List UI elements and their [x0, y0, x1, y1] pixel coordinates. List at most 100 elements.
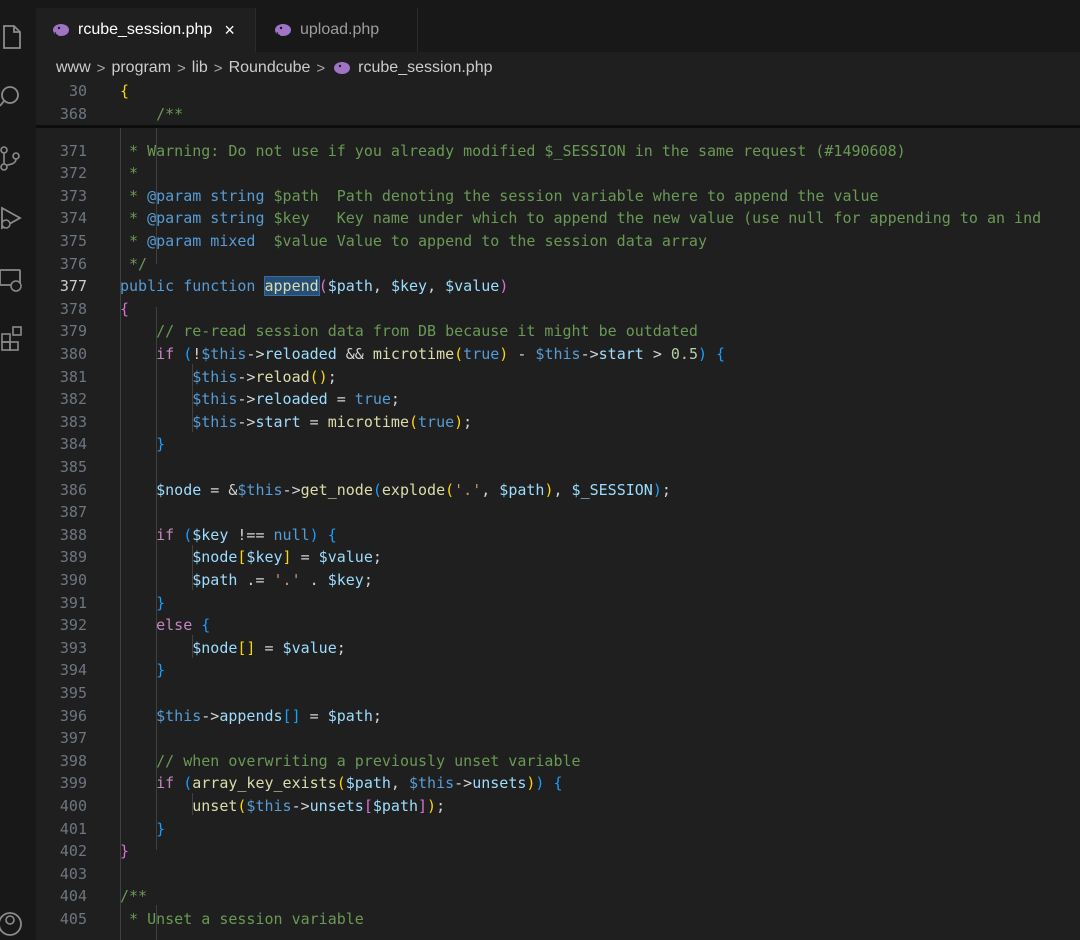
code-line[interactable]: 371 * Warning: Do not use if you already … — [36, 140, 1080, 163]
run-debug-icon[interactable] — [0, 204, 24, 232]
line-number: 373 — [59, 186, 87, 205]
breadcrumb-www[interactable]: www — [56, 59, 91, 77]
search-icon[interactable] — [0, 82, 24, 110]
code-text: if ($key !== null) { — [156, 525, 337, 544]
code-line[interactable]: 401} — [36, 818, 1080, 841]
code-text: } — [156, 435, 166, 454]
line-number: 376 — [59, 254, 87, 273]
code-line[interactable]: 396 $this->appends[] = $path; — [36, 705, 1080, 728]
code-text: $this->reloaded = true; — [192, 390, 400, 409]
code-line[interactable]: 391} — [36, 592, 1080, 615]
line-number: 379 — [59, 322, 87, 341]
code-text: * @param string $key Key name under whic… — [129, 209, 1042, 228]
code-text: } — [156, 661, 166, 680]
line-number: 394 — [59, 661, 87, 680]
indent-guide — [156, 128, 157, 264]
code-line[interactable]: 399 if (array_key_exists($path, $this->un… — [36, 772, 1080, 795]
line-number: 392 — [59, 616, 87, 635]
breadcrumb-lib[interactable]: lib — [192, 59, 208, 77]
code-line[interactable]: 378 { — [36, 298, 1080, 321]
code-line[interactable]: 376 */ — [36, 253, 1080, 276]
code-text: if (!$this->reloaded && microtime(true) … — [156, 344, 726, 363]
php-elephant-icon — [52, 23, 70, 37]
code-text: /** — [156, 104, 184, 123]
code-text: $path .= '.' . $key; — [192, 570, 373, 589]
line-number: 391 — [59, 593, 87, 612]
source-control-icon[interactable] — [0, 144, 24, 172]
line-number: 389 — [59, 548, 87, 567]
tab-label: rcube_session.php — [78, 21, 213, 38]
code-line[interactable]: 377 public function append($path, $key, $… — [36, 275, 1080, 298]
code-line[interactable]: 398 // when overwriting a previously unse… — [36, 750, 1080, 773]
line-number: 396 — [59, 706, 87, 725]
indent-guide — [156, 905, 157, 940]
line-number: 390 — [59, 570, 87, 589]
tab-bar-top — [36, 0, 1080, 8]
breadcrumb-roundcube[interactable]: Roundcube — [229, 59, 311, 77]
line-number: 386 — [59, 480, 87, 499]
line-number: 368 — [59, 104, 87, 123]
code-line[interactable]: 392 else { — [36, 614, 1080, 637]
code-line[interactable]: 372 * — [36, 162, 1080, 185]
line-number: 393 — [59, 638, 87, 657]
tab-label: upload.php — [300, 21, 380, 38]
code-text: { — [120, 82, 130, 100]
line-number: 385 — [59, 457, 87, 476]
breadcrumb-separator: > — [213, 59, 223, 77]
line-number: 374 — [59, 209, 87, 228]
code-line[interactable]: 386 $node = &$this->get_node(explode('.',… — [36, 479, 1080, 502]
line-number: 30 — [68, 82, 87, 100]
activity-bar — [0, 0, 36, 940]
line-number: 398 — [59, 751, 87, 770]
sticky-scroll-shadow — [36, 125, 1080, 128]
breadcrumb-program[interactable]: program — [111, 59, 171, 77]
explorer-icon[interactable] — [0, 22, 24, 50]
line-number: 371 — [59, 141, 87, 160]
code-line[interactable]: 395 — [36, 682, 1080, 705]
code-text: $node[$key] = $value; — [192, 548, 382, 567]
code-line[interactable]: 403 — [36, 863, 1080, 886]
indent-guide — [120, 128, 121, 940]
code-line[interactable]: 375 * @param mixed $value Value to append… — [36, 230, 1080, 253]
code-line[interactable]: 373 * @param string $path Path denoting t… — [36, 185, 1080, 208]
line-number: 381 — [59, 367, 87, 386]
code-text: * — [129, 164, 139, 183]
code-line[interactable]: 397 — [36, 727, 1080, 750]
code-line[interactable]: 387 — [36, 501, 1080, 524]
code-line[interactable]: 379 // re-read session data from DB becau… — [36, 320, 1080, 343]
php-elephant-icon — [274, 23, 292, 37]
code-line[interactable]: 388 if ($key !== null) { — [36, 524, 1080, 547]
php-elephant-icon — [333, 61, 351, 75]
line-number: 383 — [59, 412, 87, 431]
breadcrumb-file[interactable]: rcube_session.php — [358, 59, 492, 77]
code-line[interactable]: 394} — [36, 659, 1080, 682]
account-icon[interactable] — [0, 908, 24, 936]
tab-rcube-session[interactable]: rcube_session.php × — [36, 8, 256, 52]
tab-upload[interactable]: upload.php — [256, 8, 418, 52]
code-text: if (array_key_exists($path, $this->unset… — [156, 774, 563, 793]
line-number: 387 — [59, 503, 87, 522]
remote-explorer-icon[interactable] — [0, 266, 24, 294]
code-line[interactable]: 380 if (!$this->reloaded && microtime(tru… — [36, 343, 1080, 366]
line-number: 395 — [59, 683, 87, 702]
code-line[interactable]: 374 * @param string $key Key name under w… — [36, 207, 1080, 230]
sticky-line[interactable]: 368 /** — [36, 103, 1080, 126]
line-number: 404 — [59, 887, 87, 906]
code-text: * Warning: Do not use if you already mod… — [129, 141, 906, 160]
code-line[interactable]: 405 * Unset a session variable — [36, 908, 1080, 931]
sticky-line[interactable]: 30 { — [36, 80, 1080, 103]
extensions-icon[interactable] — [0, 324, 24, 352]
line-number: 377 — [59, 277, 87, 296]
line-number: 388 — [59, 525, 87, 544]
tab-close-icon[interactable]: × — [224, 20, 235, 41]
code-text: $this->start = microtime(true); — [192, 412, 473, 431]
code-line[interactable]: 384} — [36, 433, 1080, 456]
code-text: // when overwriting a previously unset v… — [156, 751, 581, 770]
code-line[interactable]: 404 /** — [36, 885, 1080, 908]
code-text: public function append($path, $key, $val… — [120, 276, 509, 297]
line-number: 397 — [59, 729, 87, 748]
code-line[interactable]: 402} — [36, 840, 1080, 863]
code-text: * @param string $path Path denoting the … — [129, 186, 879, 205]
code-line[interactable]: 385 — [36, 456, 1080, 479]
code-text: } — [156, 819, 166, 838]
